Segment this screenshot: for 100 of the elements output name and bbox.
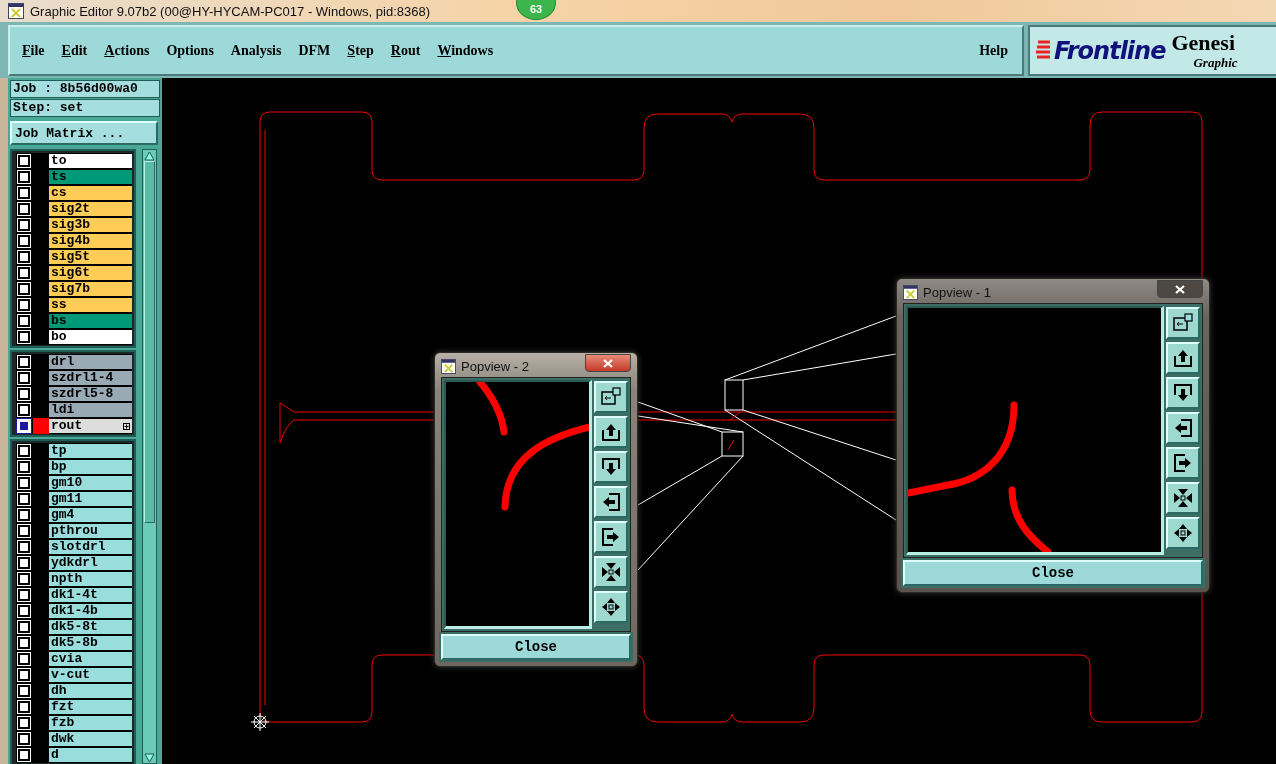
job-matrix-button[interactable]: Job Matrix ... <box>10 121 158 145</box>
layer-checkbox[interactable] <box>16 354 32 370</box>
layer-name[interactable]: ts <box>49 170 132 184</box>
layer-checkbox[interactable] <box>16 715 32 731</box>
layer-checkbox[interactable] <box>16 370 32 386</box>
layer-name[interactable]: dh <box>49 684 132 698</box>
layer-name[interactable]: to <box>49 154 132 168</box>
layer-name[interactable]: szdrl5-8 <box>49 387 132 401</box>
layer-checkbox[interactable] <box>16 683 32 699</box>
layer-name[interactable]: ldi <box>49 403 132 417</box>
zoom-view[interactable] <box>906 306 1164 555</box>
menu-item[interactable]: File <box>22 42 45 59</box>
layer-checkbox[interactable] <box>16 313 32 329</box>
layer-checkbox[interactable] <box>16 523 32 539</box>
layer-name[interactable]: v-cut <box>49 668 132 682</box>
layer-name[interactable]: drl <box>49 355 132 369</box>
menu-item[interactable]: Options <box>166 42 214 59</box>
layer-name[interactable]: ydkdrl <box>49 556 132 570</box>
layer-checkbox[interactable] <box>16 297 32 313</box>
menu-item[interactable]: Actions <box>104 42 150 59</box>
layer-checkbox[interactable] <box>16 475 32 491</box>
layer-checkbox[interactable] <box>16 443 32 459</box>
layer-checkbox[interactable] <box>16 169 32 185</box>
layer-checkbox[interactable] <box>16 571 32 587</box>
layer-name[interactable]: slotdrl <box>49 540 132 554</box>
layer-checkbox[interactable] <box>16 699 32 715</box>
pan-up-button[interactable] <box>1166 342 1200 374</box>
layer-name[interactable]: sig7b <box>49 282 132 296</box>
layer-name[interactable]: dk1-4b <box>49 604 132 618</box>
layer-checkbox[interactable] <box>16 507 32 523</box>
layer-name[interactable]: sig5t <box>49 250 132 264</box>
layer-name[interactable]: bo <box>49 330 132 344</box>
layer-name[interactable]: cvia <box>49 652 132 666</box>
pan-up-button[interactable] <box>594 416 628 448</box>
layer-checkbox[interactable] <box>16 201 32 217</box>
layer-checkbox[interactable] <box>16 265 32 281</box>
layer-name[interactable]: ss <box>49 298 132 312</box>
layer-name[interactable]: fzt <box>49 700 132 714</box>
layer-checkbox[interactable] <box>16 249 32 265</box>
layer-checkbox[interactable] <box>16 386 32 402</box>
menu-item[interactable]: Step <box>347 42 374 59</box>
layer-checkbox[interactable] <box>16 418 32 434</box>
layer-checkbox[interactable] <box>16 233 32 249</box>
pan-down-button[interactable] <box>1166 377 1200 409</box>
zoom-in-button[interactable] <box>1166 482 1200 514</box>
layer-checkbox[interactable] <box>16 587 32 603</box>
layer-name[interactable]: dk5-8t <box>49 620 132 634</box>
scroll-thumb[interactable] <box>144 161 155 523</box>
layer-checkbox[interactable] <box>16 603 32 619</box>
close-button[interactable] <box>585 354 631 372</box>
layer-name[interactable]: szdrl1-4 <box>49 371 132 385</box>
layer-name[interactable]: bs <box>49 314 132 328</box>
zoom-in-button[interactable] <box>594 556 628 588</box>
layer-name[interactable]: gm10 <box>49 476 132 490</box>
layer-checkbox[interactable] <box>16 555 32 571</box>
layer-checkbox[interactable] <box>16 185 32 201</box>
layer-name[interactable]: pthrou <box>49 524 132 538</box>
layer-name[interactable]: bp <box>49 460 132 474</box>
layer-name[interactable]: gm11 <box>49 492 132 506</box>
zoom-view[interactable] <box>444 380 592 629</box>
layer-checkbox[interactable] <box>16 731 32 747</box>
layer-name[interactable]: dk1-4t <box>49 588 132 602</box>
pan-left-button[interactable] <box>594 486 628 518</box>
layer-checkbox[interactable] <box>16 491 32 507</box>
layer-checkbox[interactable] <box>16 402 32 418</box>
menu-item[interactable]: Rout <box>390 42 421 59</box>
zoom-out-button[interactable] <box>594 591 628 623</box>
layer-name[interactable]: d <box>49 748 132 762</box>
layer-checkbox[interactable] <box>16 667 32 683</box>
layer-checkbox[interactable] <box>16 153 32 169</box>
layer-name[interactable]: sig3b <box>49 218 132 232</box>
pan-down-button[interactable] <box>594 451 628 483</box>
close-button[interactable]: Close <box>441 634 631 660</box>
close-button[interactable] <box>1157 280 1203 298</box>
layer-checkbox[interactable] <box>16 329 32 345</box>
layer-name[interactable]: gm4 <box>49 508 132 522</box>
zoom-out-button[interactable] <box>1166 517 1200 549</box>
help-menu[interactable]: Help <box>979 42 1008 59</box>
layer-name[interactable]: rout <box>49 419 132 433</box>
menu-item[interactable]: Windows <box>437 42 494 59</box>
zoom-back-button[interactable] <box>594 381 628 413</box>
layer-name[interactable]: fzb <box>49 716 132 730</box>
layer-name[interactable]: sig6t <box>49 266 132 280</box>
layer-name[interactable]: sig4b <box>49 234 132 248</box>
layer-checkbox[interactable] <box>16 651 32 667</box>
layer-checkbox[interactable] <box>16 635 32 651</box>
layer-name[interactable]: tp <box>49 444 132 458</box>
close-button[interactable]: Close <box>903 560 1203 586</box>
scrollbar[interactable] <box>142 149 157 764</box>
layer-checkbox[interactable] <box>16 217 32 233</box>
menu-item[interactable]: Analysis <box>230 42 282 59</box>
layer-checkbox[interactable] <box>16 281 32 297</box>
layer-name[interactable]: npth <box>49 572 132 586</box>
pan-left-button[interactable] <box>1166 412 1200 444</box>
zoom-back-button[interactable] <box>1166 307 1200 339</box>
layer-name[interactable]: dwk <box>49 732 132 746</box>
layer-checkbox[interactable] <box>16 747 32 763</box>
layer-checkbox[interactable] <box>16 459 32 475</box>
menu-item[interactable]: Edit <box>61 42 88 59</box>
expand-icon[interactable] <box>123 423 130 430</box>
